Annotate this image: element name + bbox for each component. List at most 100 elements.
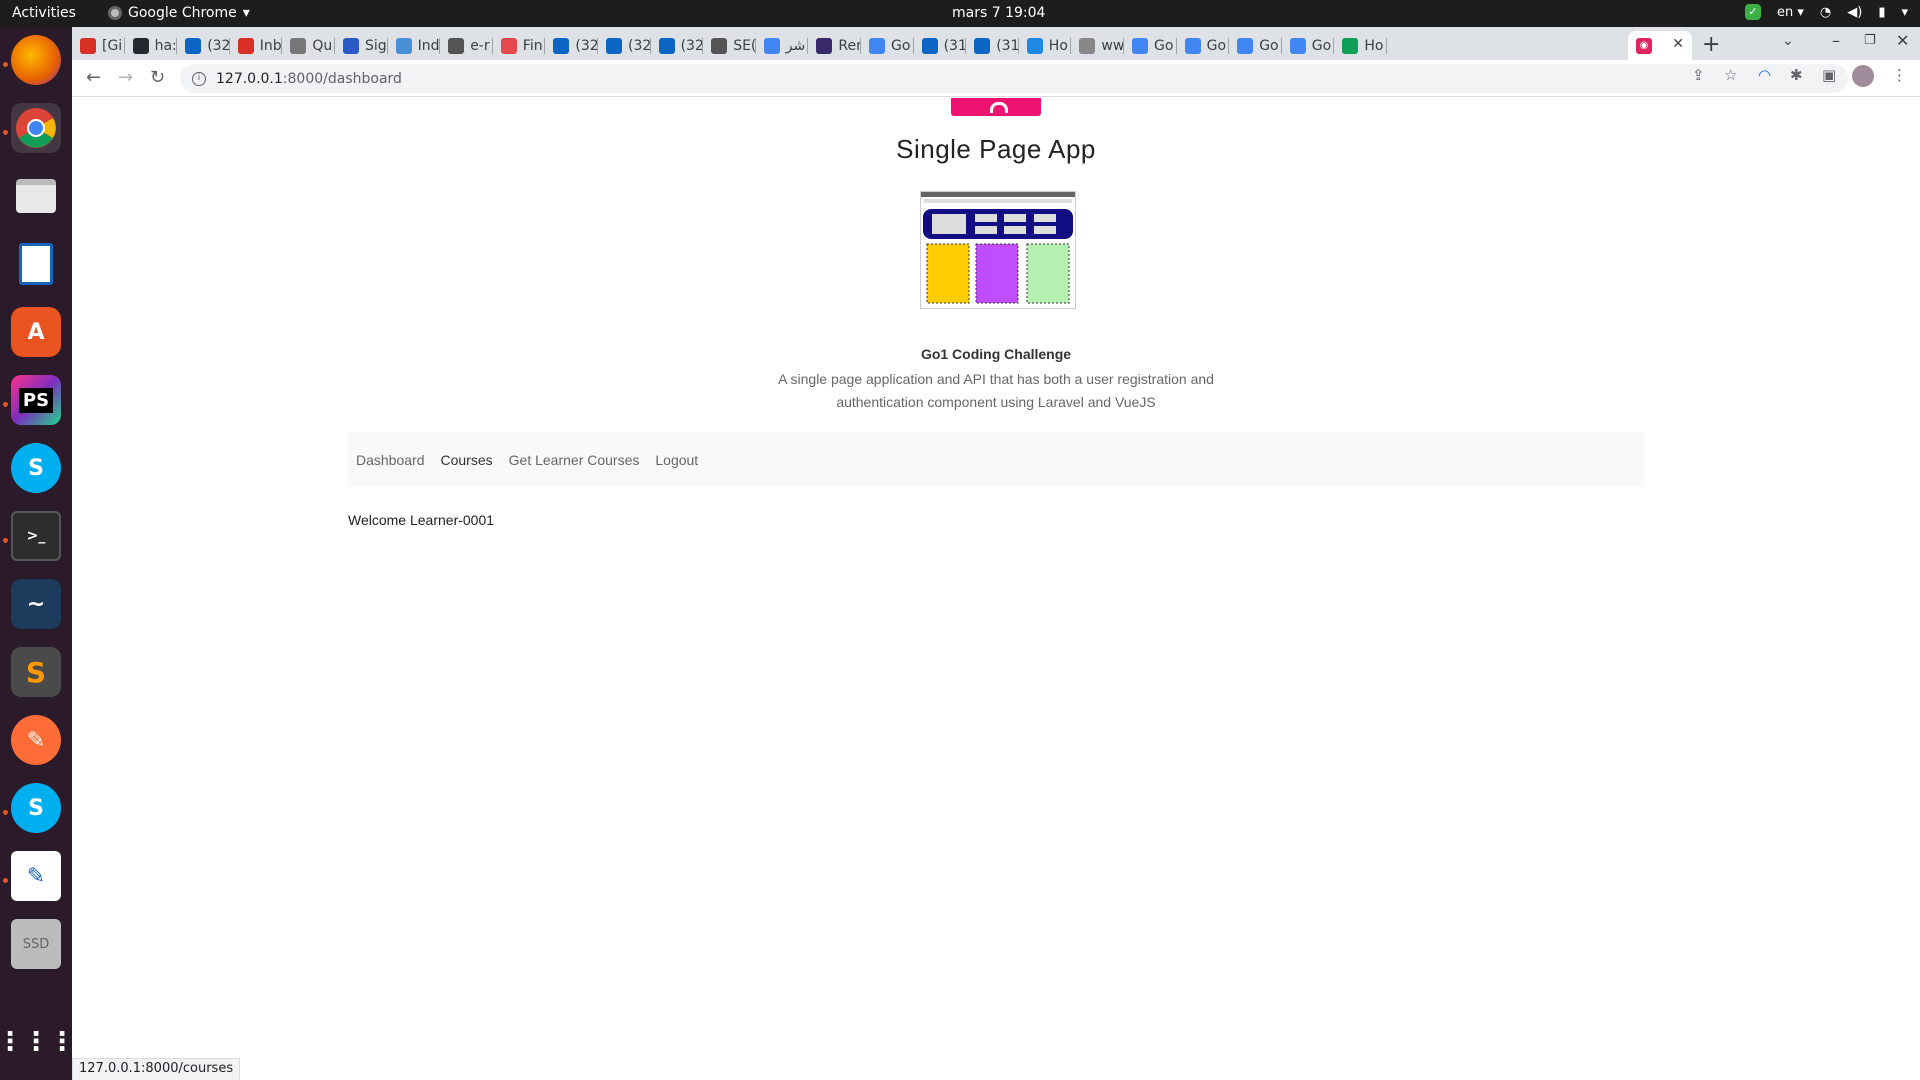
info-icon[interactable]: i: [192, 71, 206, 86]
volume-icon[interactable]: ◀): [1847, 5, 1862, 20]
browser-tab[interactable]: شر: [756, 31, 809, 60]
sign-icon: [343, 37, 359, 54]
tab-label: ww: [1101, 37, 1124, 54]
address-bar[interactable]: i 127.0.0.1:8000/dashboard: [180, 64, 1848, 93]
tab-label: Go: [1154, 37, 1174, 54]
chevron-down-icon: ▾: [242, 5, 250, 21]
writer-icon[interactable]: [11, 239, 61, 289]
tab-label: Go: [891, 37, 911, 54]
menu-kebab-icon[interactable]: ⋮: [1892, 66, 1907, 84]
linkedin-icon: [921, 37, 938, 54]
browser-tab[interactable]: Ho: [1019, 31, 1072, 60]
browser-tab[interactable]: e-r: [440, 31, 493, 60]
page-content: Single Page App Go1 Coding Challenge A s…: [72, 98, 1920, 1080]
share-icon[interactable]: ⇪: [1692, 66, 1705, 84]
brand-logo: [951, 98, 1041, 116]
browser-tab[interactable]: (32: [651, 31, 703, 60]
running-indicator: [3, 810, 8, 815]
bookmark-star-icon[interactable]: ☆: [1724, 66, 1737, 84]
browser-tab[interactable]: Ho: [1334, 31, 1387, 60]
browser-tab[interactable]: [Gi: [72, 31, 125, 60]
address-url[interactable]: 127.0.0.1:8000/dashboard: [216, 71, 402, 87]
link-status-bar: 127.0.0.1:8000/courses: [72, 1058, 241, 1080]
tab-label: Fin: [522, 37, 543, 54]
page-icon: [1079, 37, 1096, 54]
mysql-workbench-icon[interactable]: ~: [11, 579, 61, 629]
browser-tab[interactable]: Inb: [230, 31, 283, 60]
browser-tab[interactable]: Go: [1177, 31, 1230, 60]
browser-tab[interactable]: (31: [966, 31, 1019, 60]
tab-label: (32: [628, 37, 651, 54]
tab-label: (32: [207, 37, 230, 54]
tab-label: Inb: [259, 37, 282, 54]
extensions-puzzle-icon[interactable]: ✱: [1790, 66, 1803, 84]
skype-icon[interactable]: S: [11, 443, 61, 493]
close-window-button[interactable]: ✕: [1896, 31, 1909, 50]
shield-icon[interactable]: ✓: [1744, 4, 1761, 20]
firefox-icon[interactable]: [11, 35, 61, 85]
google-icon: [763, 37, 780, 54]
browser-tab[interactable]: Qu: [282, 31, 335, 60]
text-editor-icon[interactable]: ✎: [11, 851, 61, 901]
profile-avatar[interactable]: [1852, 65, 1874, 87]
browser-tab[interactable]: Go: [861, 31, 914, 60]
nav-dashboard[interactable]: Dashboard: [356, 452, 425, 468]
linkedin-icon: [606, 37, 622, 54]
activities-button[interactable]: Activities: [12, 5, 76, 21]
disk-icon[interactable]: SSD: [11, 919, 61, 969]
postman-icon[interactable]: ✎: [11, 715, 61, 765]
nav-logout[interactable]: Logout: [655, 452, 698, 468]
nav-courses[interactable]: Courses: [441, 452, 493, 468]
nav-get-learner-courses[interactable]: Get Learner Courses: [509, 452, 640, 468]
battery-icon[interactable]: ▮: [1878, 5, 1885, 20]
browser-tab[interactable]: Sig: [335, 31, 388, 60]
tab-label: Go: [1259, 37, 1279, 54]
tab-label: Ho: [1364, 37, 1384, 54]
sublime-icon[interactable]: S: [11, 647, 61, 697]
language-indicator[interactable]: en ▾: [1777, 5, 1804, 20]
tab-label: e-r: [470, 37, 490, 54]
browser-tab[interactable]: ww: [1071, 31, 1124, 60]
app-menu[interactable]: Google Chrome ▾: [108, 5, 250, 21]
new-tab-button[interactable]: +: [1702, 32, 1720, 57]
terminal-icon[interactable]: >_: [11, 511, 61, 561]
browser-tab[interactable]: Fin: [493, 31, 546, 60]
chrome-icon[interactable]: [11, 103, 61, 153]
tab-active[interactable]: ◉ ✕: [1628, 31, 1692, 60]
skype-icon[interactable]: S: [11, 783, 61, 833]
browser-tab[interactable]: Go: [1229, 31, 1282, 60]
files-icon[interactable]: [11, 171, 61, 221]
phpstorm-icon[interactable]: PS: [11, 375, 61, 425]
tab-label: (31: [943, 37, 967, 54]
close-icon[interactable]: ✕: [1672, 36, 1684, 52]
extension-arc-icon[interactable]: ◠: [1758, 66, 1771, 84]
minimize-button[interactable]: –: [1832, 31, 1840, 50]
back-button[interactable]: ←: [86, 67, 101, 88]
browser-tab[interactable]: ha:: [125, 31, 178, 60]
show-apps-icon[interactable]: ⋮⋮⋮: [0, 1017, 75, 1067]
system-tray[interactable]: ✓ en ▾ ◔ ◀) ▮ ▾: [1744, 4, 1908, 20]
forward-button[interactable]: →: [118, 67, 133, 88]
browser-tab[interactable]: (31: [914, 31, 967, 60]
browser-tab[interactable]: Rer: [808, 31, 861, 60]
reload-button[interactable]: ↻: [150, 67, 165, 88]
tab-label: SE(: [733, 37, 756, 54]
clock[interactable]: mars 7 19:04: [952, 5, 1045, 21]
browser-tab[interactable]: Go: [1282, 31, 1335, 60]
side-panel-icon[interactable]: ▣: [1822, 66, 1836, 84]
browser-tab[interactable]: (32: [177, 31, 230, 60]
wifi-icon[interactable]: ◔: [1820, 5, 1831, 20]
browser-tab[interactable]: SE(: [703, 31, 756, 60]
chevron-down-icon[interactable]: ▾: [1901, 5, 1908, 20]
tab-search-button[interactable]: ⌄: [1782, 33, 1794, 49]
chrome-icon: [108, 6, 122, 20]
maximize-button[interactable]: ❐: [1864, 33, 1876, 48]
running-indicator: [3, 62, 8, 67]
subtitle: Go1 Coding Challenge: [920, 346, 1072, 362]
browser-tab[interactable]: (32: [545, 31, 598, 60]
browser-tab[interactable]: (32: [598, 31, 651, 60]
drive-icon: [1342, 37, 1359, 54]
browser-tab[interactable]: Go: [1124, 31, 1177, 60]
app-center-icon[interactable]: A: [11, 307, 61, 357]
browser-tab[interactable]: Ind: [388, 31, 441, 60]
